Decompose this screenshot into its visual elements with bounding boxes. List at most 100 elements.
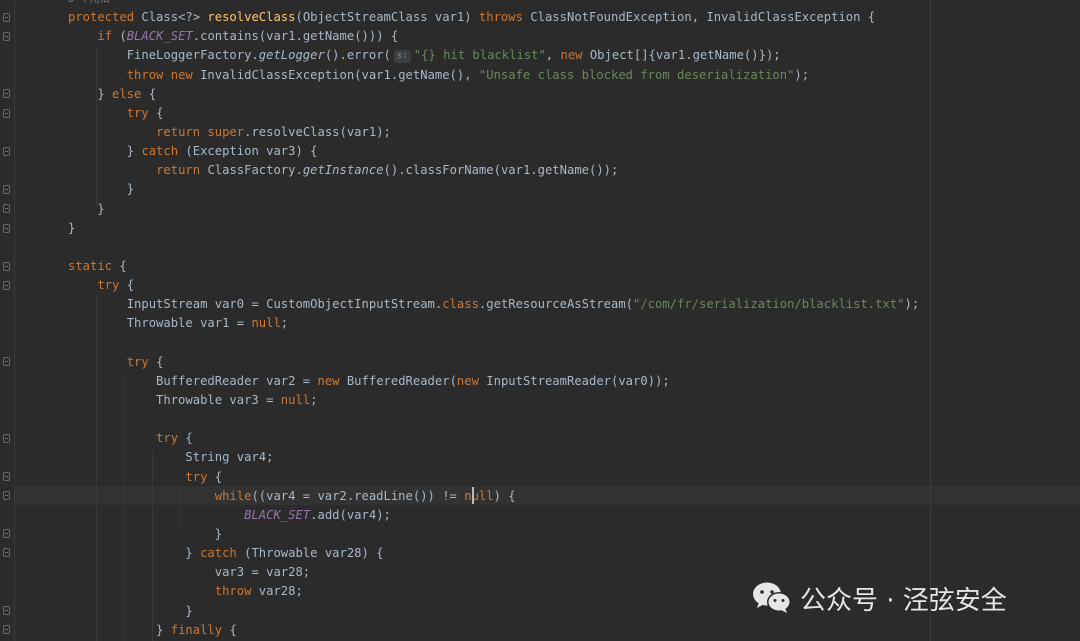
code-token: ; xyxy=(280,316,289,331)
text-caret xyxy=(472,487,474,504)
code-line[interactable]: if (BLACK_SET.contains(var1.getName())) … xyxy=(68,27,919,46)
code-token: { xyxy=(156,105,164,120)
code-token: (Throwable var28) { xyxy=(244,546,384,561)
code-token: Object[]{var1.getName()}); xyxy=(589,48,781,63)
code-line[interactable]: } else { xyxy=(68,85,919,104)
fold-icon[interactable] xyxy=(3,606,10,615)
code-line[interactable] xyxy=(68,334,919,353)
fold-icon[interactable] xyxy=(3,262,10,271)
fold-icon[interactable] xyxy=(3,32,10,41)
code-token: ((var4 = var2.readLine()) != xyxy=(251,488,465,503)
code-token: "{} hit blacklist" xyxy=(413,48,546,63)
code-token: (Exception var3) { xyxy=(185,144,318,159)
fold-icon[interactable] xyxy=(3,529,10,538)
code-line[interactable]: } catch (Throwable var28) { xyxy=(68,544,919,563)
fold-icon[interactable] xyxy=(3,13,10,22)
fold-icon[interactable] xyxy=(3,281,10,290)
code-token: getInstance xyxy=(302,163,384,178)
code-token: ); xyxy=(904,297,920,312)
fold-icon[interactable] xyxy=(3,224,10,233)
code-token: } xyxy=(68,182,135,197)
code-token: } xyxy=(68,603,193,618)
code-line[interactable]: } xyxy=(68,525,919,544)
wechat-icon xyxy=(753,582,791,613)
code-line[interactable]: try { xyxy=(68,276,919,295)
code-token: } xyxy=(68,86,113,101)
code-token: static xyxy=(68,258,120,273)
code-token: (ObjectStreamClass var1) xyxy=(295,10,479,25)
code-line[interactable]: } xyxy=(68,180,919,199)
code-line[interactable] xyxy=(68,238,919,257)
fold-icon[interactable] xyxy=(3,434,10,443)
code-token: null xyxy=(464,488,494,503)
code-token: .contains(var1.getName())) { xyxy=(192,29,399,44)
code-line[interactable]: while((var4 = var2.readLine()) != null) … xyxy=(68,487,919,506)
code-line[interactable]: 0 个用法 xyxy=(68,0,919,8)
fold-icon[interactable] xyxy=(3,357,10,366)
code-token: BufferedReader var2 = xyxy=(68,373,318,388)
code-line[interactable]: throw new InvalidClassException(var1.get… xyxy=(68,66,919,85)
code-token: throw new xyxy=(126,67,201,82)
code-token: } xyxy=(68,546,201,561)
code-line[interactable]: Throwable var3 = null; xyxy=(68,391,919,410)
code-line[interactable]: } xyxy=(68,200,919,219)
code-line[interactable]: FineLoggerFactory.getLogger().error(s: "{… xyxy=(68,46,919,65)
code-token: { xyxy=(214,469,223,484)
code-line[interactable]: static { xyxy=(68,257,919,276)
fold-icon[interactable] xyxy=(3,548,10,557)
code-token: { xyxy=(119,258,127,273)
code-token: { xyxy=(156,354,164,369)
code-line[interactable]: BLACK_SET.add(var4); xyxy=(68,506,919,525)
fold-icon[interactable] xyxy=(3,185,10,194)
code-token: throws xyxy=(478,10,531,25)
fold-icon[interactable] xyxy=(3,472,10,481)
wechat-watermark: 公众号 · 泾弦安全 xyxy=(752,577,1007,619)
fold-icon[interactable] xyxy=(3,147,10,156)
code-line[interactable]: BufferedReader var2 = new BufferedReader… xyxy=(68,372,919,391)
code-token: try xyxy=(126,354,157,369)
code-line[interactable]: try { xyxy=(68,104,919,123)
code-token: try xyxy=(126,105,157,120)
code-token: InputStreamReader(var0)); xyxy=(486,373,670,388)
code-line[interactable]: } finally { xyxy=(68,621,919,640)
fold-icon[interactable] xyxy=(3,109,10,118)
code-line[interactable] xyxy=(68,410,919,429)
code-token: } xyxy=(68,144,142,159)
code-line[interactable]: return ClassFactory.getInstance().classF… xyxy=(68,161,919,180)
code-line[interactable]: return super.resolveClass(var1); xyxy=(68,123,919,142)
code-token: class xyxy=(442,297,479,312)
code-token: var28; xyxy=(258,584,303,599)
code-token: new xyxy=(560,48,590,63)
code-token: } xyxy=(68,201,105,216)
code-line[interactable]: } xyxy=(68,219,919,238)
fold-icon[interactable] xyxy=(3,89,10,98)
code-editor[interactable]: 0 个用法protected Class<?> resolveClass(Obj… xyxy=(15,0,1080,641)
code-token: resolveClass xyxy=(207,10,296,25)
editor-gutter xyxy=(0,0,15,641)
code-line[interactable]: try { xyxy=(68,429,919,448)
code-token: return xyxy=(156,163,208,178)
code-token: ; xyxy=(310,392,318,407)
code-token: ClassNotFoundException, InvalidClassExce… xyxy=(530,10,876,25)
fold-icon[interactable] xyxy=(3,625,10,634)
code-line[interactable]: protected Class<?> resolveClass(ObjectSt… xyxy=(68,8,919,27)
fold-icon[interactable] xyxy=(3,204,10,213)
code-line[interactable]: try { xyxy=(68,468,919,487)
code-line[interactable]: String var4; xyxy=(68,448,919,467)
code-token: protected xyxy=(68,10,142,25)
code-token: var3 = var28; xyxy=(68,565,311,580)
fold-icon[interactable] xyxy=(3,491,10,500)
code-token: catch xyxy=(200,546,245,561)
code-lines: 0 个用法protected Class<?> resolveClass(Obj… xyxy=(68,0,919,640)
code-line[interactable]: InputStream var0 = CustomObjectInputStre… xyxy=(68,295,920,314)
code-line[interactable]: try { xyxy=(68,353,919,372)
code-line[interactable]: Throwable var1 = null; xyxy=(68,314,919,333)
code-line[interactable]: } catch (Exception var3) { xyxy=(68,142,919,161)
